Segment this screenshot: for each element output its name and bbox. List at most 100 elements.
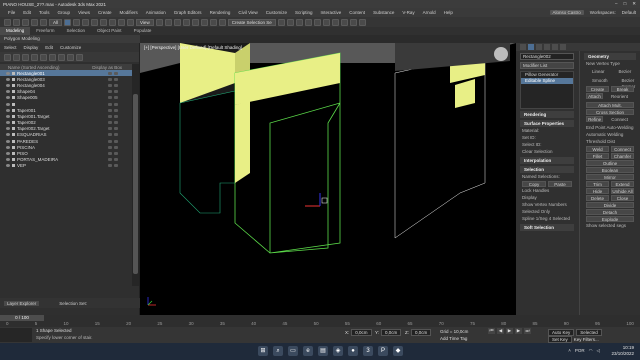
select-manipulate-icon[interactable] <box>164 18 172 26</box>
tab-selection[interactable]: Selection <box>61 27 92 35</box>
ribbon-toggle-icon[interactable] <box>304 18 312 26</box>
add-time-tag[interactable]: Add Time Tag <box>440 336 467 341</box>
se-menu-edit[interactable]: Edit <box>45 45 53 50</box>
se-menu-select[interactable]: Select <box>4 45 17 50</box>
box-display-toggle-icon[interactable] <box>114 71 118 75</box>
snaps-toggle-icon[interactable] <box>182 18 190 26</box>
visibility-eye-icon[interactable] <box>6 133 10 137</box>
taskbar-clock[interactable]: 10:19 23/10/2022 <box>611 345 634 357</box>
visibility-eye-icon[interactable] <box>6 114 10 118</box>
visibility-eye-icon[interactable] <box>6 152 10 156</box>
undo-icon[interactable] <box>4 18 11 26</box>
edit-named-selection-icon[interactable] <box>218 18 226 26</box>
schematic-view-icon[interactable] <box>322 18 330 26</box>
3dsmax-icon[interactable]: 3 <box>363 346 373 356</box>
visibility-eye-icon[interactable] <box>6 127 10 131</box>
attach-mult-button[interactable]: Attach Mult. <box>586 102 634 108</box>
tab-freeform[interactable]: Freeform <box>30 27 60 35</box>
box-display-toggle-icon[interactable] <box>114 164 118 168</box>
align-icon[interactable] <box>286 18 294 26</box>
freeze-toggle-icon[interactable] <box>108 108 112 112</box>
visibility-eye-icon[interactable] <box>6 90 10 94</box>
windows-start-icon[interactable]: ⊞ <box>258 346 268 356</box>
outline-button[interactable]: Outline <box>586 160 634 166</box>
menu-customize[interactable]: Customize <box>266 10 287 15</box>
menu-scripting[interactable]: Scripting <box>295 10 313 15</box>
visibility-eye-icon[interactable] <box>6 145 10 149</box>
surface-properties-rollout[interactable]: Surface Properties <box>520 120 574 127</box>
bezier-radio[interactable]: Bezier <box>619 69 632 75</box>
create-tab-icon[interactable] <box>520 44 526 50</box>
trim-button[interactable]: Trim <box>586 181 609 187</box>
freeze-toggle-icon[interactable] <box>108 145 112 149</box>
move-icon[interactable] <box>100 18 108 26</box>
display-tab-icon[interactable] <box>552 44 558 50</box>
menu-civil-view[interactable]: Civil View <box>238 10 257 15</box>
link-icon[interactable] <box>22 18 29 26</box>
close-spline-button[interactable]: Close <box>611 195 634 201</box>
menu-group[interactable]: Group <box>58 10 71 15</box>
key-filters-button[interactable]: Key Filters... <box>574 337 599 342</box>
visibility-eye-icon[interactable] <box>6 71 10 75</box>
reorient-checkbox[interactable]: Reorient <box>611 94 628 100</box>
box-display-toggle-icon[interactable] <box>114 77 118 81</box>
bind-space-warp-icon[interactable] <box>40 18 47 26</box>
tree-row[interactable]: VEP <box>0 163 132 169</box>
motion-tab-icon[interactable] <box>544 44 550 50</box>
menu-views[interactable]: Views <box>78 10 90 15</box>
visibility-eye-icon[interactable] <box>6 102 10 106</box>
attach-button[interactable]: Attach <box>586 93 603 99</box>
select-by-name-icon[interactable] <box>73 18 81 26</box>
add-time-tag-label[interactable]: Add Time Tag <box>440 336 467 341</box>
workspace-dropdown[interactable]: Default <box>622 10 636 15</box>
unlink-icon[interactable] <box>31 18 38 26</box>
smooth-radio[interactable]: Smooth <box>592 78 608 84</box>
threshold-dist-field[interactable]: Threshold Dist <box>586 139 634 145</box>
perspective-viewport[interactable]: [+] [Perspective] [User Defined] [Defaul… <box>140 43 516 315</box>
rendering-rollout[interactable]: Rendering <box>520 111 574 118</box>
set-key-button[interactable]: Set Key <box>548 336 572 343</box>
rectangular-selection-icon[interactable] <box>82 18 90 26</box>
weld-button[interactable]: Weld <box>586 146 609 152</box>
percent-snap-icon[interactable] <box>200 18 208 26</box>
modifier-list-dropdown[interactable]: Modifier List <box>520 62 574 69</box>
menu-modifiers[interactable]: Modifiers <box>120 10 138 15</box>
select-object-icon[interactable] <box>64 18 72 26</box>
ribbon-polygon-modeling[interactable]: Polygon Modeling <box>0 35 140 43</box>
pivot-center-icon[interactable] <box>155 18 163 26</box>
photoshop-icon[interactable]: P <box>378 346 388 356</box>
utilities-tab-icon[interactable] <box>560 44 566 50</box>
menu-interactive[interactable]: Interactive <box>321 10 342 15</box>
speaker-icon[interactable]: ◁ <box>597 348 600 354</box>
maximize-button[interactable]: □ <box>624 1 627 7</box>
scrollbar-thumb[interactable] <box>133 94 138 274</box>
freeze-toggle-icon[interactable] <box>108 139 112 143</box>
reference-coordinate-dropdown[interactable]: View <box>136 18 154 26</box>
box-display-toggle-icon[interactable] <box>114 152 118 156</box>
go-to-end-icon[interactable]: ⏭ <box>524 328 531 334</box>
selection-rollout[interactable]: Selection <box>520 166 574 173</box>
menu-substance[interactable]: Substance <box>373 10 394 15</box>
box-display-toggle-icon[interactable] <box>114 121 118 125</box>
lights-filter-icon[interactable] <box>31 53 38 61</box>
connect-checkbox[interactable]: Connect <box>611 117 628 123</box>
store-icon[interactable]: ◈ <box>333 346 343 356</box>
detach-button[interactable]: Detach <box>586 209 634 215</box>
find-icon[interactable] <box>76 53 83 61</box>
minimize-button[interactable]: – <box>615 1 618 7</box>
freeze-toggle-icon[interactable] <box>108 114 112 118</box>
object-name-field[interactable]: Rectangle002 <box>520 53 574 60</box>
viewcube-icon[interactable] <box>494 47 508 61</box>
boolean-button[interactable]: Boolean <box>586 167 634 173</box>
next-frame-icon[interactable]: ▶ <box>515 328 522 334</box>
visibility-eye-icon[interactable] <box>6 121 10 125</box>
freeze-toggle-icon[interactable] <box>108 77 112 81</box>
menu-edit[interactable]: Edit <box>23 10 31 15</box>
automatic-welding-checkbox[interactable]: Automatic Welding <box>586 132 634 138</box>
se-menu-customize[interactable]: Customize <box>60 45 81 50</box>
menu-graph-editors[interactable]: Graph Editors <box>174 10 202 15</box>
menu-content[interactable]: Content <box>349 10 365 15</box>
visibility-eye-icon[interactable] <box>6 96 10 100</box>
visibility-eye-icon[interactable] <box>6 158 10 162</box>
menu-animation[interactable]: Animation <box>146 10 166 15</box>
